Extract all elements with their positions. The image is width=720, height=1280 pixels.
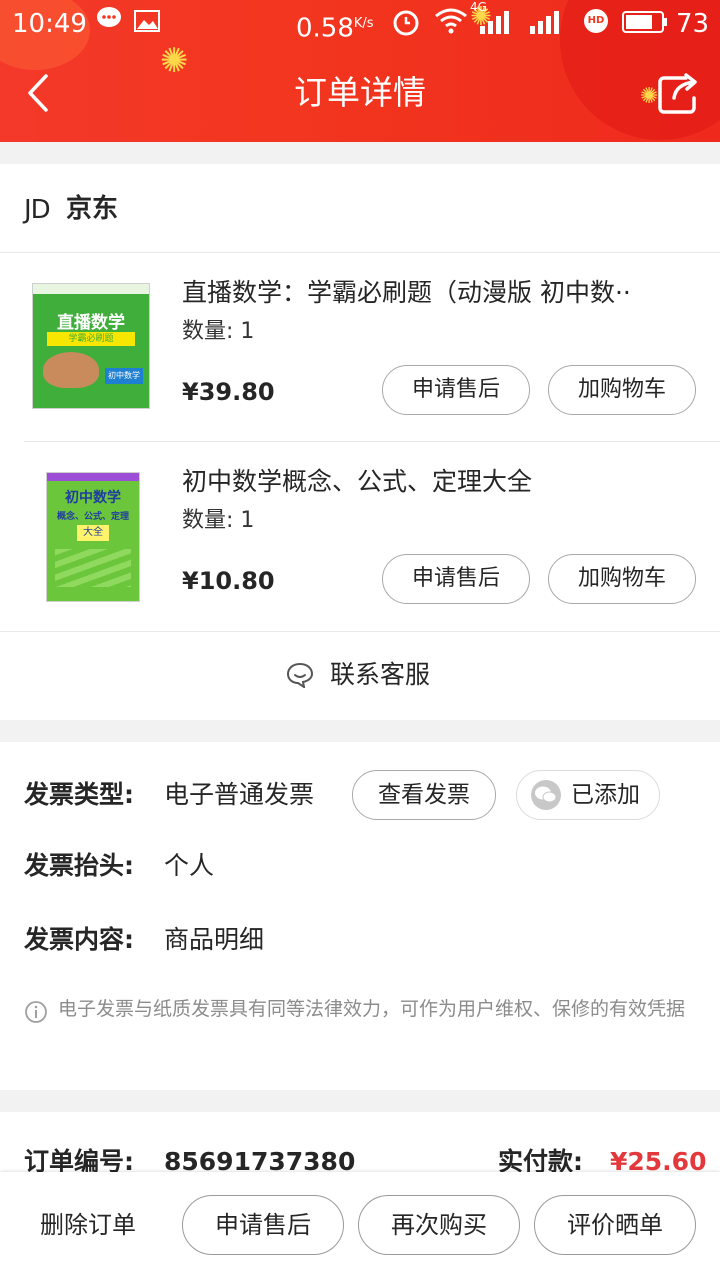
contact-service-button[interactable]: 联系客服 xyxy=(0,632,720,720)
product-image[interactable]: 直播数学 学霸必刷题 初中数学 xyxy=(32,283,150,409)
contact-service-label: 联系客服 xyxy=(330,660,431,689)
order-number-label: 订单编号: xyxy=(24,1147,134,1172)
order-info-card: 订单编号: 85691737380 实付款: ¥25.60 xyxy=(0,1112,720,1172)
network-speed-value: 0.58 xyxy=(296,13,354,44)
battery-level: 73 xyxy=(676,9,710,39)
app-header: ✺ ✺ ✺ 10:49 0.58K/s 4G HD 73 订单详情 xyxy=(0,0,720,142)
invoice-card: 发票类型: 电子普通发票 查看发票 已添加 发票抬头: 个人 发票内容: 商品明… xyxy=(0,742,720,1090)
product-price: ¥10.80 xyxy=(182,567,275,595)
order-number-value[interactable]: 85691737380 xyxy=(164,1142,355,1172)
cover-badge: 大全 xyxy=(77,525,109,541)
share-button[interactable] xyxy=(656,72,702,118)
view-invoice-button[interactable]: 查看发票 xyxy=(352,770,496,820)
invoice-type-label: 发票类型: xyxy=(24,780,134,809)
buy-again-button[interactable]: 再次购买 xyxy=(358,1195,520,1255)
network-speed-unit: K/s xyxy=(353,16,374,31)
product-title[interactable]: 直播数学：学霸必刷题（动漫版 初中数·· xyxy=(182,275,694,311)
cover-subtitle: 学霸必刷题 xyxy=(47,332,135,346)
add-to-cart-button[interactable]: 加购物车 xyxy=(548,554,696,604)
invoice-content-value: 商品明细 xyxy=(164,925,265,954)
invoice-content-label: 发票内容: xyxy=(24,925,134,954)
page-title: 订单详情 xyxy=(294,73,426,112)
signal-icon xyxy=(480,10,570,38)
invoice-title-label: 发票抬头: xyxy=(24,851,134,880)
network-speed: 0.58K/s xyxy=(296,6,374,44)
product-quantity: 数量: 1 xyxy=(182,508,255,533)
invoice-note: 电子发票与纸质发票具有同等法律效力，可作为用户维权、保修的有效凭据 xyxy=(58,998,686,1020)
cover-title: 初中数学 xyxy=(65,490,121,506)
delete-order-button[interactable]: 删除订单 xyxy=(40,1207,136,1243)
wifi-icon xyxy=(434,8,468,38)
product-price: ¥39.80 xyxy=(182,378,275,406)
chat-icon xyxy=(96,6,122,42)
cover-subtitle: 概念、公式、定理 xyxy=(56,512,129,522)
shop-name[interactable]: 京东 xyxy=(66,190,118,228)
image-icon xyxy=(134,8,160,44)
hd-icon: HD xyxy=(584,9,608,33)
alarm-icon xyxy=(392,8,420,40)
add-to-cart-button[interactable]: 加购物车 xyxy=(548,365,696,415)
apply-after-sale-button[interactable]: 申请售后 xyxy=(182,1195,344,1255)
cover-band xyxy=(33,284,149,294)
added-label: 已添加 xyxy=(571,782,640,808)
info-icon xyxy=(24,1000,48,1028)
review-order-button[interactable]: 评价晒单 xyxy=(534,1195,696,1255)
added-to-wechat-button[interactable]: 已添加 xyxy=(516,770,660,820)
battery-icon xyxy=(622,11,668,37)
bottom-action-bar: 删除订单 申请售后 再次购买 评价晒单 xyxy=(0,1172,720,1280)
product-title[interactable]: 初中数学概念、公式、定理大全 xyxy=(182,464,694,500)
cover-band xyxy=(47,473,139,481)
wechat-icon xyxy=(531,780,561,810)
cover-title: 直播数学 xyxy=(57,313,125,333)
order-goods-card: JD 京东 直播数学 学霸必刷题 初中数学 直播数学：学霸必刷题（动漫版 初中数… xyxy=(0,164,720,720)
product-quantity: 数量: 1 xyxy=(182,319,255,344)
apply-after-sale-button[interactable]: 申请售后 xyxy=(382,554,530,604)
paid-amount-value: ¥25.60 xyxy=(610,1147,707,1172)
share-icon xyxy=(658,73,697,114)
product-item[interactable]: 初中数学 概念、公式、定理 大全 初中数学概念、公式、定理大全 数量: 1 ¥1… xyxy=(0,442,720,630)
product-item[interactable]: 直播数学 学霸必刷题 初中数学 直播数学：学霸必刷题（动漫版 初中数·· 数量:… xyxy=(0,253,720,441)
smile-chat-icon xyxy=(286,662,314,692)
invoice-type-value: 电子普通发票 xyxy=(164,780,315,809)
jd-logo: JD xyxy=(24,195,51,225)
product-image[interactable]: 初中数学 概念、公式、定理 大全 xyxy=(46,472,140,602)
paid-amount-label: 实付款: xyxy=(498,1147,583,1172)
cover-illustration xyxy=(43,352,99,388)
apply-after-sale-button[interactable]: 申请售后 xyxy=(382,365,530,415)
status-time: 10:49 xyxy=(12,9,87,39)
cover-illustration xyxy=(55,549,131,587)
cover-badge: 初中数学 xyxy=(105,368,143,384)
invoice-title-value: 个人 xyxy=(164,851,215,880)
